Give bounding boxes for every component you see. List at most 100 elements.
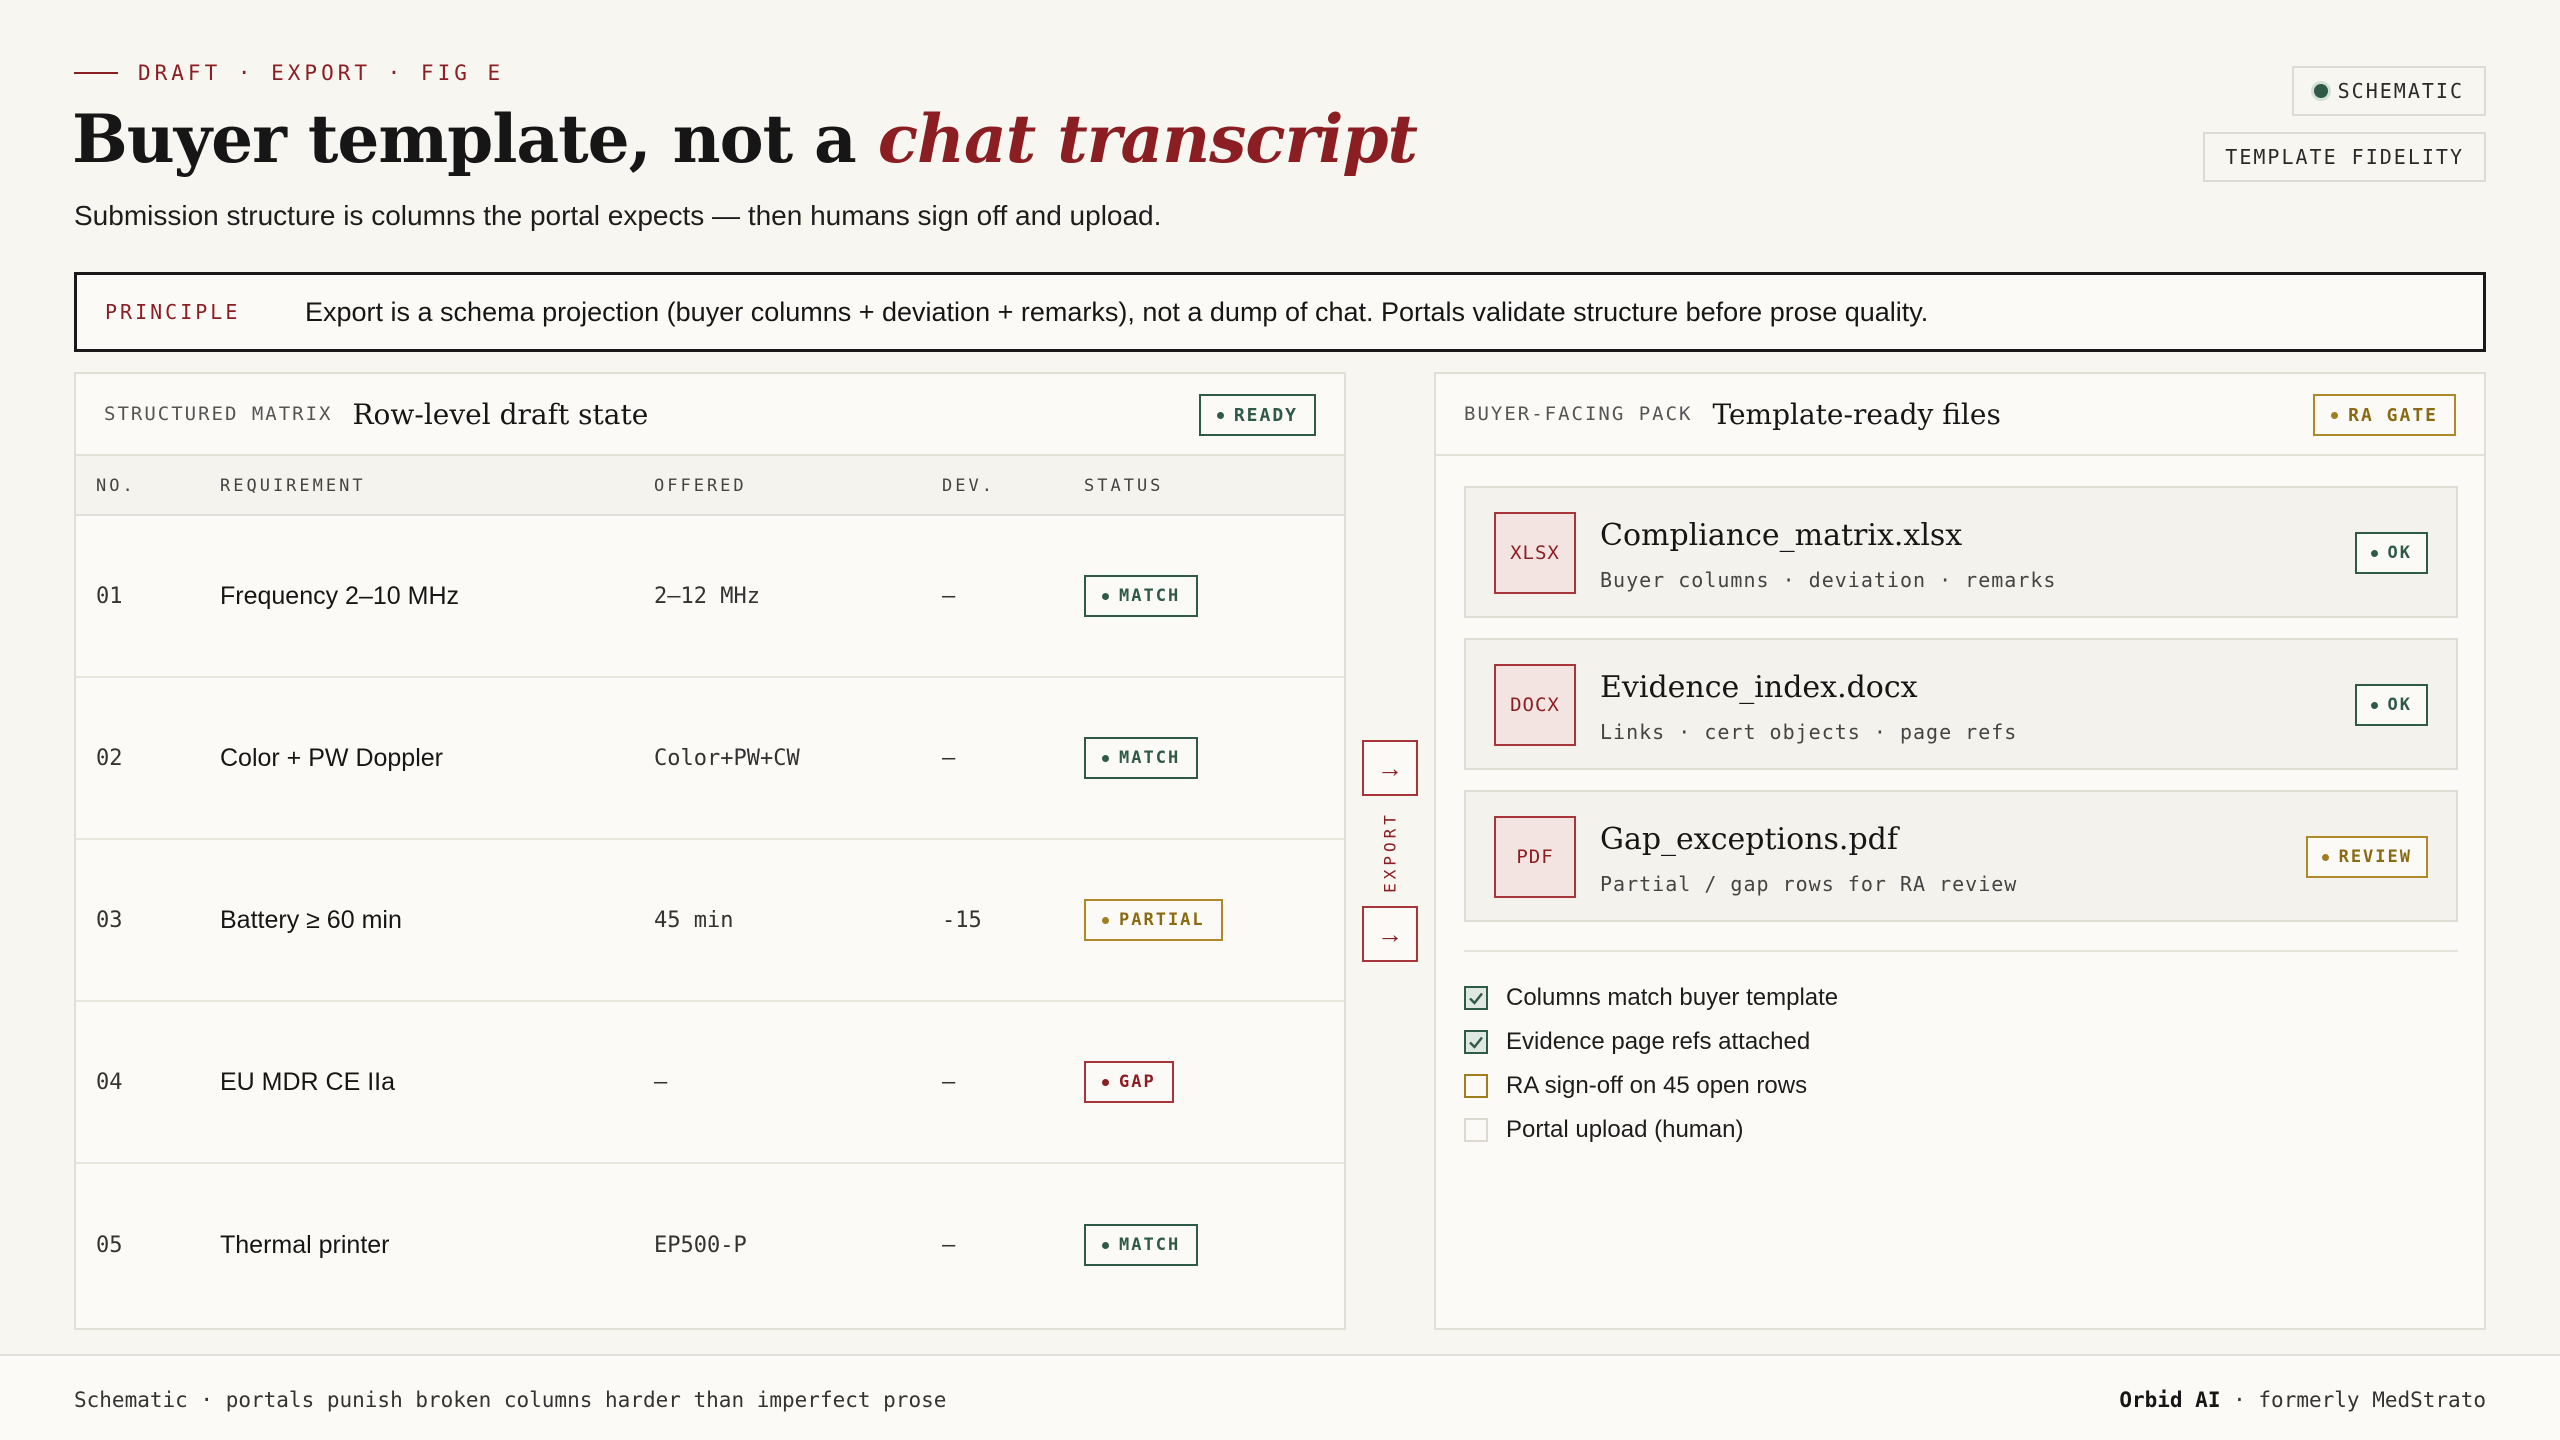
- file-name: Compliance_matrix.xlsx: [1600, 518, 1963, 553]
- checkbox-checked-icon[interactable]: [1464, 986, 1488, 1010]
- checklist-item[interactable]: Evidence page refs attached: [1464, 1020, 1838, 1064]
- export-connector: → EXPORT →: [1362, 740, 1418, 964]
- page-title: Buyer template, not a chat transcript: [72, 100, 1418, 178]
- file-description: Buyer columns · deviation · remarks: [1600, 568, 2057, 592]
- row-requirement: Battery ≥ 60 min: [220, 905, 402, 934]
- file-status-badge: OK: [2354, 532, 2428, 574]
- badge-dot-icon: [2331, 411, 2339, 419]
- pack-panel-header: BUYER-FACING PACK Template-ready files R…: [1436, 374, 2484, 456]
- principle-callout: PRINCIPLE Export is a schema projection …: [74, 272, 2486, 352]
- file-description: Partial / gap rows for RA review: [1600, 872, 2018, 896]
- status-badge: MATCH: [1084, 1224, 1199, 1266]
- file-status-label: REVIEW: [2338, 847, 2412, 867]
- row-requirement: Frequency 2–10 MHz: [220, 581, 460, 610]
- export-arrow-top-button[interactable]: →: [1362, 740, 1418, 796]
- row-number: 02: [96, 745, 123, 771]
- row-offered: Color+PW+CW: [654, 745, 800, 771]
- matrix-kicker: STRUCTURED MATRIX: [104, 403, 333, 425]
- footer: Schematic · portals punish broken column…: [0, 1354, 2560, 1440]
- section-divider: [1464, 950, 2458, 952]
- row-status-cell: GAP: [1084, 1002, 1174, 1162]
- status-badge-label: MATCH: [1119, 748, 1181, 768]
- checklist-item-label: Portal upload (human): [1506, 1116, 1744, 1143]
- checkbox-pending-icon[interactable]: [1464, 1074, 1488, 1098]
- docx-file-icon: DOCX: [1494, 664, 1576, 746]
- signoff-checklist: Columns match buyer template Evidence pa…: [1464, 976, 1838, 1152]
- page-title-main: Buyer template, not a: [72, 100, 878, 178]
- page-title-accent: chat transcript: [877, 100, 1418, 178]
- ready-badge: READY: [1198, 394, 1316, 436]
- status-badge-label: MATCH: [1119, 586, 1181, 606]
- file-status-label: OK: [2387, 543, 2412, 563]
- eyebrow-text: DRAFT · EXPORT · FIG E: [138, 61, 505, 85]
- row-offered: 2–12 MHz: [654, 583, 760, 609]
- row-number: 03: [96, 907, 123, 933]
- matrix-table-header: NO. REQUIREMENT OFFERED DEV. STATUS: [76, 456, 1344, 516]
- schematic-tag: SCHEMATIC: [2291, 66, 2486, 116]
- file-card-evidence-index[interactable]: DOCX Evidence_index.docx Links · cert ob…: [1464, 638, 2458, 770]
- row-offered: 45 min: [654, 907, 734, 933]
- checkbox-checked-icon[interactable]: [1464, 1030, 1488, 1054]
- file-card-gap-exceptions[interactable]: PDF Gap_exceptions.pdf Partial / gap row…: [1464, 790, 2458, 922]
- col-header-no: NO.: [96, 476, 136, 496]
- row-deviation: —: [942, 1069, 956, 1095]
- checklist-item[interactable]: Columns match buyer template: [1464, 976, 1838, 1020]
- arrow-right-icon: →: [1377, 918, 1403, 949]
- status-badge: MATCH: [1084, 737, 1199, 779]
- row-number: 04: [96, 1069, 123, 1095]
- row-deviation: —: [942, 583, 956, 609]
- structured-matrix-panel: STRUCTURED MATRIX Row-level draft state …: [74, 372, 1346, 1330]
- badge-dot-icon: [1102, 754, 1109, 762]
- badge-dot-icon: [1102, 916, 1109, 924]
- table-row[interactable]: 03 Battery ≥ 60 min 45 min -15 PARTIAL: [76, 840, 1344, 1002]
- xlsx-file-icon: XLSX: [1494, 512, 1576, 594]
- checklist-item-label: RA sign-off on 45 open rows: [1506, 1072, 1808, 1099]
- row-status-cell: MATCH: [1084, 1164, 1199, 1326]
- footer-brand: Orbid AI · formerly MedStrato: [2119, 1388, 2486, 1412]
- col-header-offered: OFFERED: [654, 476, 747, 496]
- row-number: 01: [96, 583, 123, 609]
- ra-gate-badge: RA GATE: [2313, 394, 2456, 436]
- export-arrow-bottom-button[interactable]: →: [1362, 906, 1418, 962]
- row-offered: —: [654, 1069, 668, 1095]
- status-badge-label: GAP: [1119, 1072, 1156, 1092]
- table-row[interactable]: 05 Thermal printer EP500-P — MATCH: [76, 1164, 1344, 1326]
- badge-dot-icon: [1102, 1078, 1109, 1086]
- file-status-badge: OK: [2354, 684, 2428, 726]
- row-status-cell: MATCH: [1084, 678, 1199, 838]
- col-header-dev: DEV.: [942, 476, 995, 496]
- ready-badge-label: READY: [1233, 404, 1298, 426]
- page-subtitle: Submission structure is columns the port…: [74, 200, 1162, 231]
- table-row[interactable]: 04 EU MDR CE IIa — — GAP: [76, 1002, 1344, 1164]
- col-header-requirement: REQUIREMENT: [220, 476, 366, 496]
- row-requirement: Thermal printer: [220, 1230, 390, 1259]
- buyer-facing-pack-panel: BUYER-FACING PACK Template-ready files R…: [1434, 372, 2486, 1330]
- row-requirement: EU MDR CE IIa: [220, 1067, 396, 1096]
- matrix-title: Row-level draft state: [352, 397, 649, 431]
- matrix-panel-header: STRUCTURED MATRIX Row-level draft state …: [76, 374, 1344, 456]
- status-badge: GAP: [1084, 1061, 1174, 1103]
- file-status-label: OK: [2387, 695, 2412, 715]
- checklist-item[interactable]: RA sign-off on 45 open rows: [1464, 1064, 1838, 1108]
- eyebrow: DRAFT · EXPORT · FIG E: [74, 61, 504, 85]
- badge-dot-icon: [1102, 592, 1109, 600]
- pack-title: Template-ready files: [1712, 397, 2001, 431]
- badge-dot-icon: [2370, 701, 2378, 709]
- export-label: EXPORT: [1380, 811, 1400, 893]
- badge-dot-icon: [1216, 411, 1224, 419]
- file-card-compliance-matrix[interactable]: XLSX Compliance_matrix.xlsx Buyer column…: [1464, 486, 2458, 618]
- brand-name: Orbid AI: [2119, 1388, 2221, 1412]
- checklist-item[interactable]: Portal upload (human): [1464, 1108, 1838, 1152]
- table-row[interactable]: 01 Frequency 2–10 MHz 2–12 MHz — MATCH: [76, 516, 1344, 678]
- row-status-cell: PARTIAL: [1084, 840, 1223, 1000]
- checklist-item-label: Columns match buyer template: [1506, 984, 1839, 1011]
- checkbox-empty-icon[interactable]: [1464, 1118, 1488, 1142]
- col-header-status: STATUS: [1084, 476, 1164, 496]
- status-badge: MATCH: [1084, 575, 1199, 617]
- footer-note: Schematic · portals punish broken column…: [74, 1388, 947, 1412]
- brand-subtitle: · formerly MedStrato: [2220, 1388, 2486, 1412]
- ra-gate-badge-label: RA GATE: [2348, 404, 2438, 426]
- table-row[interactable]: 02 Color + PW Doppler Color+PW+CW — MATC…: [76, 678, 1344, 840]
- badge-dot-icon: [2321, 853, 2329, 861]
- arrow-right-icon: →: [1377, 752, 1403, 783]
